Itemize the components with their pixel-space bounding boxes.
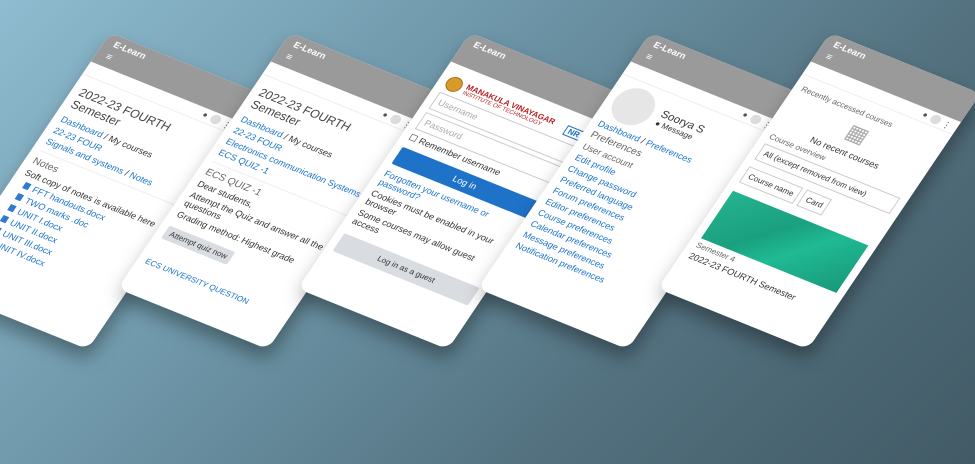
menu-icon[interactable]: ≡ <box>103 52 115 64</box>
doc-icon <box>7 204 17 213</box>
brand-logo: E-Learn <box>471 39 509 61</box>
doc-icon <box>0 215 10 224</box>
brand-logo: E-Learn <box>111 39 149 61</box>
chat-icon[interactable]: ● <box>381 110 391 119</box>
menu-icon[interactable]: ≡ <box>643 52 655 64</box>
footer-link[interactable]: ECS UNIVERSITY QUESTION <box>143 257 284 319</box>
brand-logo: E-Learn <box>831 39 869 61</box>
chat-icon[interactable]: ● <box>741 110 751 119</box>
brand-logo: E-Learn <box>291 39 329 61</box>
more-icon[interactable]: ⋮ <box>939 119 954 132</box>
menu-icon[interactable]: ≡ <box>823 52 835 64</box>
chat-icon[interactable]: ● <box>201 110 211 119</box>
menu-icon[interactable]: ≡ <box>283 52 295 64</box>
chat-icon[interactable]: ● <box>921 110 931 119</box>
doc-icon <box>22 182 32 191</box>
doc-icon <box>0 226 2 235</box>
doc-icon <box>14 193 25 202</box>
brand-logo: E-Learn <box>651 39 689 61</box>
view-dropdown[interactable]: Card <box>796 189 833 216</box>
